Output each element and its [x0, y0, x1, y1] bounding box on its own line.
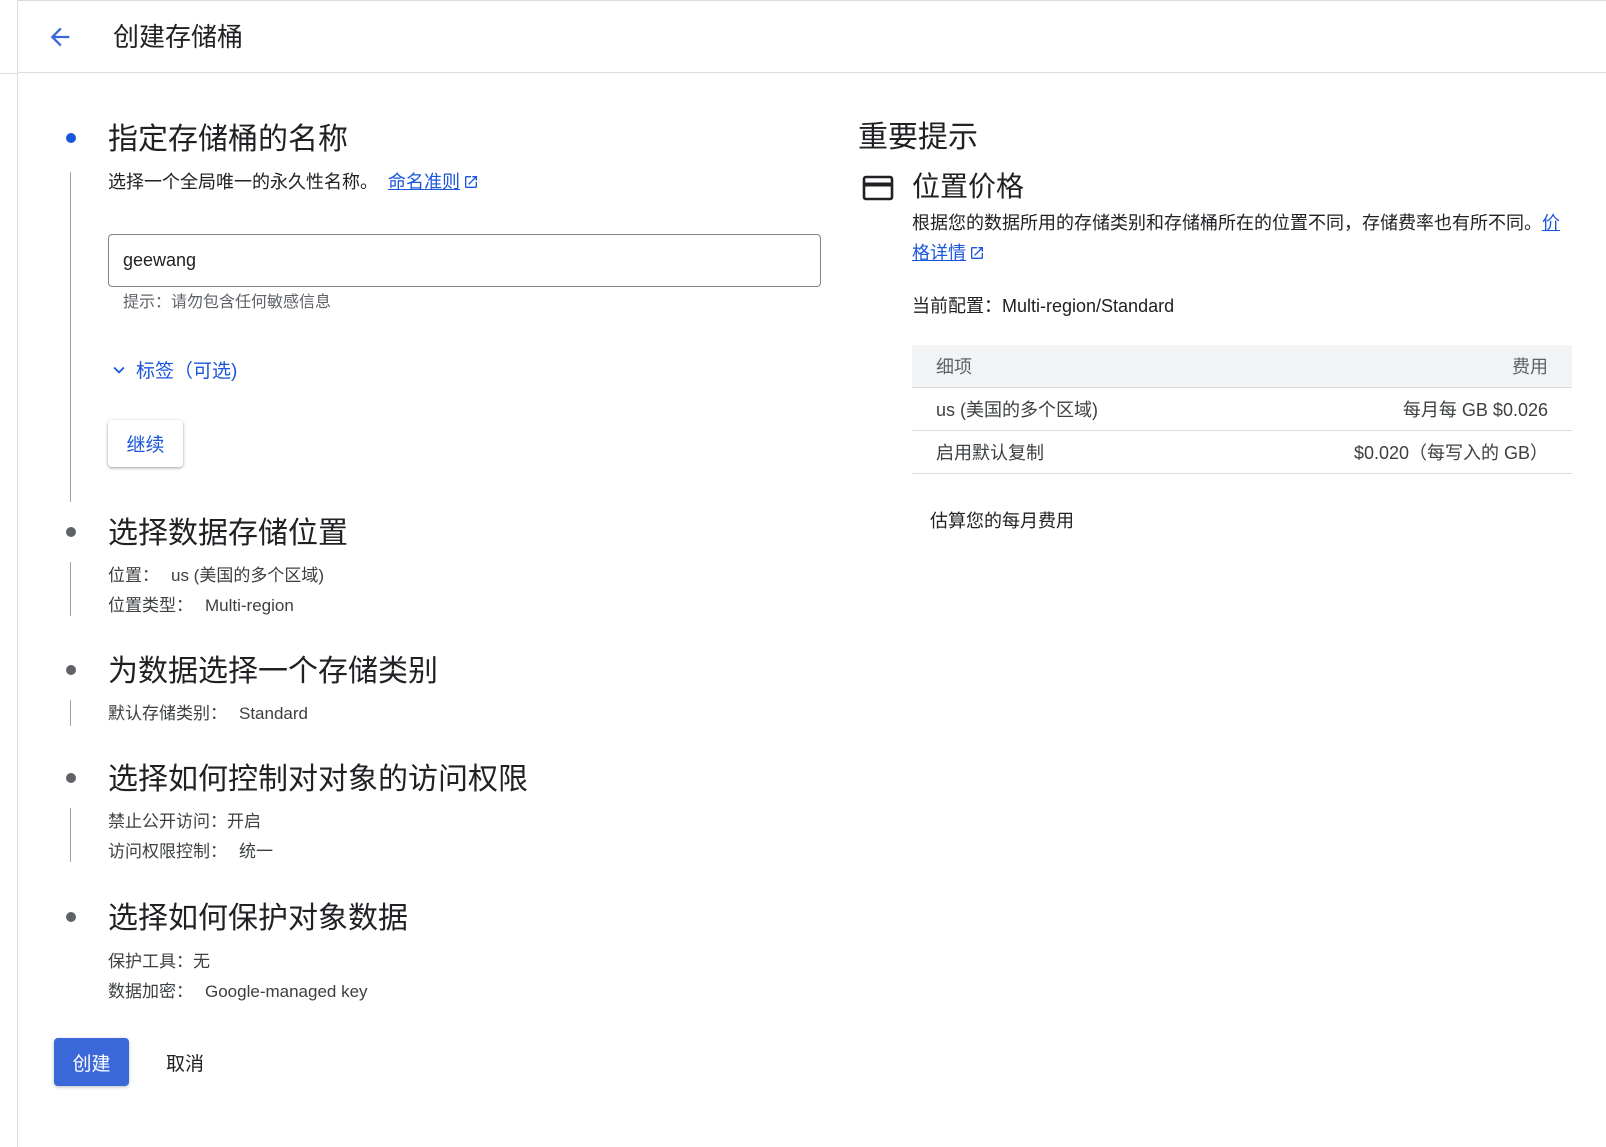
step-1-title: 指定存储桶的名称 — [108, 123, 348, 156]
public-access-summary: 禁止公开访问：开启 — [108, 812, 261, 831]
back-button[interactable] — [40, 17, 80, 57]
table-header-row: 细项 费用 — [912, 345, 1572, 388]
create-button[interactable]: 创建 — [54, 1038, 129, 1086]
step-4-indicator — [66, 773, 76, 783]
column-header-item: 细项 — [912, 345, 1219, 388]
important-notes-title: 重要提示 — [858, 121, 978, 154]
step-2-line — [70, 562, 71, 616]
labels-optional-toggle[interactable]: 标签（可选) — [108, 356, 237, 383]
bucket-name-input[interactable] — [108, 234, 821, 287]
table-row: us (美国的多个区域) 每月每 GB $0.026 — [912, 387, 1572, 431]
location-summary: 位置： us (美国的多个区域) — [108, 566, 324, 585]
open-in-new-icon — [465, 176, 477, 188]
storage-class-summary: 默认存储类别： Standard — [108, 704, 308, 723]
naming-guidelines-link[interactable]: 命名准则 — [388, 172, 479, 192]
step-5-indicator — [66, 912, 76, 922]
table-cell: 每月每 GB $0.026 — [1218, 387, 1572, 431]
step-1-line — [70, 172, 71, 502]
name-description-text: 选择一个全局唯一的永久性名称。 — [108, 172, 378, 192]
pricing-table: 细项 费用 us (美国的多个区域) 每月每 GB $0.026 启用默认复制 … — [912, 345, 1572, 474]
step-5-title: 选择如何保护对象数据 — [108, 902, 408, 935]
cancel-button[interactable]: 取消 — [150, 1038, 220, 1086]
credit-card-icon — [862, 175, 894, 201]
table-row: 启用默认复制 $0.020（每写入的 GB） — [912, 430, 1572, 474]
table-cell: 启用默认复制 — [912, 430, 1219, 474]
arrow-back-icon — [50, 27, 70, 47]
location-type-summary: 位置类型： Multi-region — [108, 596, 294, 615]
location-pricing-title: 位置价格 — [912, 171, 1025, 202]
left-nav-rail — [0, 0, 18, 1147]
page-header: 创建存储桶 — [18, 0, 1606, 73]
step-2-indicator — [66, 527, 76, 537]
open-in-new-icon — [971, 247, 983, 259]
step-1-indicator — [66, 133, 76, 143]
name-hint: 提示：请勿包含任何敏感信息 — [123, 294, 332, 311]
access-control-summary: 访问权限控制： 统一 — [108, 842, 273, 861]
labels-toggle-label: 标签（可选) — [136, 361, 238, 382]
step-3-indicator — [66, 665, 76, 675]
current-config: 当前配置：Multi-region/Standard — [912, 296, 1175, 316]
column-header-cost: 费用 — [1218, 345, 1572, 388]
estimate-monthly-cost-link[interactable]: 估算您的每月费用 — [930, 508, 1074, 534]
table-cell: us (美国的多个区域) — [912, 387, 1219, 431]
step-4-title: 选择如何控制对对象的访问权限 — [108, 763, 528, 796]
page-title: 创建存储桶 — [113, 22, 244, 52]
step-3-title: 为数据选择一个存储类别 — [108, 655, 438, 688]
protection-summary: 保护工具：无 — [108, 952, 210, 971]
chevron-down-icon — [113, 366, 125, 374]
step-4-line — [70, 808, 71, 862]
continue-button[interactable]: 继续 — [108, 420, 183, 467]
step-2-title: 选择数据存储位置 — [108, 517, 348, 550]
name-description: 选择一个全局唯一的永久性名称。 命名准则 — [108, 168, 479, 196]
table-cell: $0.020（每写入的 GB） — [1218, 430, 1572, 474]
encryption-summary: 数据加密： Google-managed key — [108, 982, 368, 1001]
pricing-description: 根据您的数据所用的存储类别和存储桶所在的位置不同，存储费率也有所不同。价格详情 — [912, 213, 1560, 263]
step-3-line — [70, 700, 71, 726]
